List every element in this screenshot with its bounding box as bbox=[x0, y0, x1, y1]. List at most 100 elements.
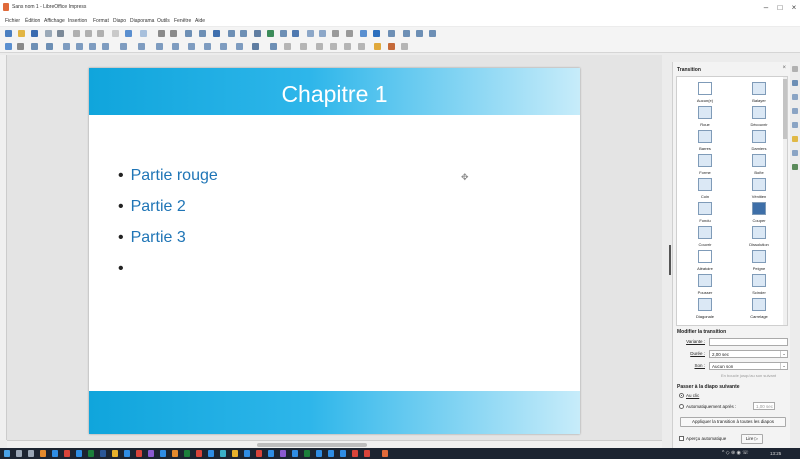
block-arrows-icon[interactable] bbox=[188, 43, 195, 50]
save-icon[interactable] bbox=[31, 30, 38, 37]
image-icon[interactable] bbox=[267, 30, 274, 37]
menu-format[interactable]: Format bbox=[93, 18, 109, 24]
textbox-icon[interactable] bbox=[307, 30, 314, 37]
menu-edition[interactable]: Édition bbox=[25, 18, 40, 24]
app-icon[interactable] bbox=[244, 450, 250, 457]
menu-insertion[interactable]: Insertion bbox=[68, 18, 87, 24]
app-icon[interactable] bbox=[52, 450, 58, 457]
interaction-icon[interactable] bbox=[388, 43, 395, 50]
app-icon[interactable] bbox=[340, 450, 346, 457]
media-icon[interactable] bbox=[280, 30, 287, 37]
duration-spinbox[interactable]: 2,00 sec ⌄ bbox=[709, 350, 788, 358]
chevron-down-icon[interactable]: ⌄ bbox=[780, 363, 787, 369]
transition-tab-icon[interactable] bbox=[792, 164, 798, 170]
ellipse-icon[interactable] bbox=[89, 43, 96, 50]
app-icon[interactable] bbox=[64, 450, 70, 457]
line-arrow-icon[interactable] bbox=[102, 43, 109, 50]
app-icon[interactable] bbox=[352, 450, 358, 457]
app-icon[interactable] bbox=[124, 450, 130, 457]
slide-title[interactable]: Chapitre 1 bbox=[89, 81, 580, 108]
comment-icon[interactable] bbox=[429, 30, 436, 37]
fontwork-icon[interactable] bbox=[319, 30, 326, 37]
print-icon[interactable] bbox=[57, 30, 64, 37]
crop-icon[interactable] bbox=[344, 43, 351, 50]
toggle-extrusion-icon[interactable] bbox=[374, 43, 381, 50]
navigator-tab-icon[interactable] bbox=[792, 150, 798, 156]
horizontal-scrollbar[interactable] bbox=[7, 440, 662, 448]
copy-icon[interactable] bbox=[85, 30, 92, 37]
paste-icon[interactable] bbox=[97, 30, 104, 37]
cut-icon[interactable] bbox=[73, 30, 80, 37]
callouts-icon[interactable] bbox=[220, 43, 227, 50]
app-icon[interactable] bbox=[268, 450, 274, 457]
align-icon[interactable] bbox=[284, 43, 291, 50]
new-icon[interactable] bbox=[5, 30, 12, 37]
on-click-radio[interactable] bbox=[679, 393, 684, 398]
gallery-scrollbar[interactable] bbox=[783, 77, 787, 325]
3d-objects-icon[interactable] bbox=[252, 43, 259, 50]
app-icon[interactable] bbox=[208, 450, 214, 457]
line-icon[interactable] bbox=[63, 43, 70, 50]
master-slide-icon[interactable] bbox=[199, 30, 206, 37]
bullet-item[interactable]: • bbox=[118, 260, 131, 278]
shapes-icon[interactable] bbox=[403, 30, 410, 37]
app-icon[interactable] bbox=[136, 450, 142, 457]
symbol-shapes-icon[interactable] bbox=[172, 43, 179, 50]
styles-tab-icon[interactable] bbox=[792, 122, 798, 128]
system-tray[interactable]: ^ ◇ ⊛ ◉ ☏ bbox=[722, 450, 749, 456]
app-icon[interactable] bbox=[40, 450, 46, 457]
new-slide-icon[interactable] bbox=[228, 30, 235, 37]
app-icon[interactable] bbox=[280, 450, 286, 457]
table-icon[interactable] bbox=[254, 30, 261, 37]
auto-advance-radio[interactable] bbox=[679, 404, 684, 409]
app-icon[interactable] bbox=[364, 450, 370, 457]
sidebar-splitter[interactable] bbox=[662, 55, 672, 448]
close-window-button[interactable]: × bbox=[788, 2, 800, 14]
undo-icon[interactable] bbox=[125, 30, 132, 37]
show-draw-functions-icon[interactable] bbox=[388, 30, 395, 37]
variant-select[interactable] bbox=[709, 338, 788, 346]
animation-tab-icon[interactable] bbox=[792, 108, 798, 114]
connector-icon[interactable] bbox=[138, 43, 145, 50]
zoom-icon[interactable] bbox=[17, 43, 24, 50]
app-icon[interactable] bbox=[304, 450, 310, 457]
app-icon[interactable] bbox=[160, 450, 166, 457]
fill-color-icon[interactable] bbox=[46, 43, 53, 50]
open-icon[interactable] bbox=[18, 30, 25, 37]
menu-outils[interactable]: Outils bbox=[157, 18, 170, 24]
bullet-item[interactable]: • Partie 3 bbox=[118, 229, 186, 247]
autopreview-checkbox[interactable] bbox=[679, 436, 684, 441]
app-icon[interactable] bbox=[196, 450, 202, 457]
rectangle-icon[interactable] bbox=[76, 43, 83, 50]
app-icon[interactable] bbox=[88, 450, 94, 457]
filter-icon[interactable] bbox=[358, 43, 365, 50]
properties-tab-icon[interactable] bbox=[792, 80, 798, 86]
slide-editing-area[interactable]: Chapitre 1 • Partie rouge • Partie 2 • Part… bbox=[7, 55, 662, 440]
redo-icon[interactable] bbox=[140, 30, 147, 37]
menu-diaporama[interactable]: Diaporama bbox=[130, 18, 154, 24]
bullet-item[interactable]: • Partie 2 bbox=[118, 198, 186, 216]
find-replace-icon[interactable] bbox=[158, 30, 165, 37]
menu-aide[interactable]: Aide bbox=[195, 18, 205, 24]
maximize-button[interactable]: □ bbox=[774, 2, 786, 14]
app-icon[interactable] bbox=[100, 450, 106, 457]
play-button[interactable]: Lire ▷ bbox=[741, 434, 763, 444]
show-gluepoint-icon[interactable] bbox=[401, 43, 408, 50]
sound-select[interactable]: Aucun son ⌄ bbox=[709, 362, 788, 370]
shadow-icon[interactable] bbox=[330, 43, 337, 50]
app-icon[interactable] bbox=[112, 450, 118, 457]
start-slideshow-icon[interactable] bbox=[213, 30, 220, 37]
app-icon[interactable] bbox=[220, 450, 226, 457]
app-icon[interactable] bbox=[292, 450, 298, 457]
select-icon[interactable] bbox=[5, 43, 12, 50]
basic-shapes-icon[interactable] bbox=[156, 43, 163, 50]
spelling-icon[interactable] bbox=[170, 30, 177, 37]
app-icon[interactable] bbox=[172, 450, 178, 457]
arrange-icon[interactable] bbox=[300, 43, 307, 50]
insert-frame-icon[interactable] bbox=[416, 30, 423, 37]
chart-icon[interactable] bbox=[292, 30, 299, 37]
impress-taskbar-icon[interactable] bbox=[382, 450, 388, 457]
app-icon[interactable] bbox=[256, 450, 262, 457]
stars-icon[interactable] bbox=[236, 43, 243, 50]
chevron-down-icon[interactable]: ⌄ bbox=[780, 351, 787, 357]
